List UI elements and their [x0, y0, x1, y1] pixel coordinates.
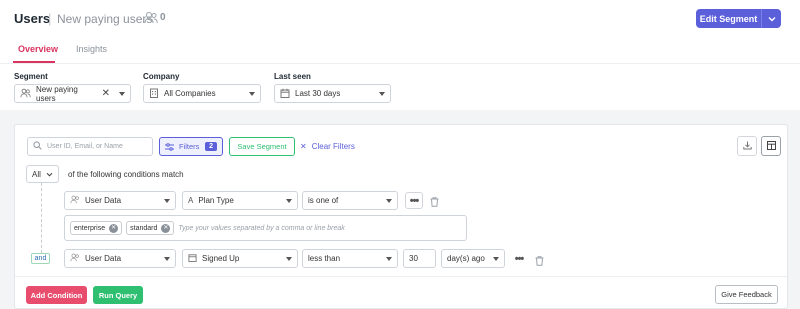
chip-label: enterprise: [74, 224, 106, 232]
edit-segment-button[interactable]: Edit Segment: [696, 9, 761, 28]
condition1-source-value: User Data: [85, 196, 122, 205]
condition2-amount-value: 30: [409, 254, 418, 263]
chevron-down-icon: [493, 256, 499, 261]
match-mode-value: All: [32, 169, 41, 179]
filters-label: Filters: [179, 142, 200, 151]
match-mode-select[interactable]: All: [26, 165, 59, 183]
condition1-more-button[interactable]: •••: [405, 192, 423, 209]
close-icon: ✕: [300, 142, 307, 151]
export-button[interactable]: [737, 136, 757, 156]
remove-chip-icon[interactable]: ✕: [109, 223, 119, 233]
condition2-delete-button[interactable]: [535, 253, 544, 271]
match-text: of the following conditions match: [68, 170, 184, 179]
segment-select-value: New paying users: [36, 84, 78, 103]
users-icon: [70, 195, 80, 206]
calendar-icon: [280, 88, 290, 100]
chevron-down-icon: [379, 91, 385, 96]
condition1-operator-value: is one of: [308, 196, 339, 205]
segment-select[interactable]: New paying users ✕: [14, 84, 131, 103]
more-icon: •••: [514, 252, 525, 265]
condition2-property-value: Signed Up: [202, 254, 240, 263]
segment-label: Segment: [14, 72, 48, 81]
add-condition-button[interactable]: Add Condition: [26, 286, 87, 304]
condition2-source-value: User Data: [85, 254, 122, 263]
condition2-source-select[interactable]: User Data: [64, 249, 176, 268]
page-header: Users | New paying users 0 Edit Segment …: [0, 0, 800, 110]
condition1-property-value: Plan Type: [198, 196, 234, 205]
last-seen-label: Last seen: [274, 72, 311, 81]
columns-button[interactable]: [761, 136, 781, 156]
remove-chip-icon[interactable]: ✕: [161, 223, 171, 233]
tab-insights[interactable]: Insights: [76, 44, 107, 54]
condition2-amount-input[interactable]: 30: [403, 249, 436, 268]
condition2-operator-value: less than: [308, 254, 341, 263]
tab-overview[interactable]: Overview: [18, 44, 58, 54]
and-connector-label: and: [31, 253, 50, 264]
download-icon: [742, 137, 752, 155]
user-search-input[interactable]: User ID, Email, or Name: [27, 137, 153, 156]
trash-icon: [430, 194, 439, 211]
save-segment-button[interactable]: Save Segment: [229, 137, 295, 156]
page-title: Users: [14, 11, 51, 26]
tabs-divider: [0, 63, 800, 64]
query-panel: User ID, Email, or Name Filters 2 Save S…: [14, 124, 788, 309]
chevron-down-icon: [286, 198, 292, 203]
trash-icon: [535, 253, 544, 270]
condition2-operator-select[interactable]: less than: [302, 249, 398, 268]
clear-filters-label: Clear Filters: [311, 142, 355, 151]
company-select-value: All Companies: [164, 89, 216, 98]
chevron-down-icon: [119, 91, 125, 96]
condition1-property-select[interactable]: A Plan Type: [182, 191, 298, 210]
chevron-down-icon: [249, 91, 255, 96]
filters-count-badge: 2: [205, 142, 217, 151]
condition1-source-select[interactable]: User Data: [64, 191, 176, 210]
last-seen-select-value: Last 30 days: [295, 89, 341, 98]
value-chip[interactable]: standard ✕: [126, 221, 175, 235]
condition1-operator-select[interactable]: is one of: [302, 191, 398, 210]
value-chip[interactable]: enterprise ✕: [70, 221, 123, 235]
chevron-down-icon: [164, 198, 170, 203]
search-placeholder: User ID, Email, or Name: [47, 143, 123, 150]
users-icon: [144, 11, 158, 29]
run-query-button[interactable]: Run Query: [93, 286, 143, 304]
chevron-down-icon: [46, 170, 53, 179]
condition2-unit-select[interactable]: day(s) ago: [441, 249, 505, 268]
edit-segment-dropdown-button[interactable]: [761, 9, 781, 28]
clear-segment-icon[interactable]: ✕: [102, 88, 110, 99]
chip-label: standard: [130, 224, 158, 232]
chevron-down-icon: [164, 256, 170, 261]
company-label: Company: [143, 72, 180, 81]
condition2-more-button[interactable]: •••: [510, 250, 528, 267]
chevron-down-icon: [386, 256, 392, 261]
calendar-icon: [188, 253, 197, 264]
condition1-values-input[interactable]: enterprise ✕ standard ✕ Type your values…: [64, 215, 467, 241]
company-select[interactable]: All Companies: [143, 84, 261, 103]
building-icon: [149, 88, 159, 100]
users-icon: [70, 253, 80, 264]
last-seen-select[interactable]: Last 30 days: [274, 84, 391, 103]
segment-count: 0: [160, 12, 166, 23]
segment-name: New paying users: [57, 12, 153, 26]
title-separator: |: [48, 11, 52, 26]
users-icon: [20, 88, 31, 100]
condition2-unit-value: day(s) ago: [447, 254, 485, 263]
condition2-property-select[interactable]: Signed Up: [182, 249, 298, 268]
panel-footer-divider: [15, 276, 787, 277]
table-icon: [766, 137, 776, 155]
text-type-icon: A: [188, 196, 194, 205]
clear-filters-button[interactable]: ✕ Clear Filters: [300, 137, 355, 156]
give-feedback-button[interactable]: Give Feedback: [715, 285, 778, 304]
values-placeholder: Type your values separated by a comma or…: [178, 224, 345, 232]
chevron-down-icon: [286, 256, 292, 261]
condition-connector: [41, 183, 42, 253]
chevron-down-icon: [768, 14, 776, 24]
sliders-icon: [165, 138, 174, 156]
chevron-down-icon: [386, 198, 392, 203]
more-icon: •••: [409, 194, 420, 207]
search-icon: [33, 141, 42, 152]
filters-button[interactable]: Filters 2: [159, 137, 223, 156]
condition1-delete-button[interactable]: [430, 194, 439, 212]
